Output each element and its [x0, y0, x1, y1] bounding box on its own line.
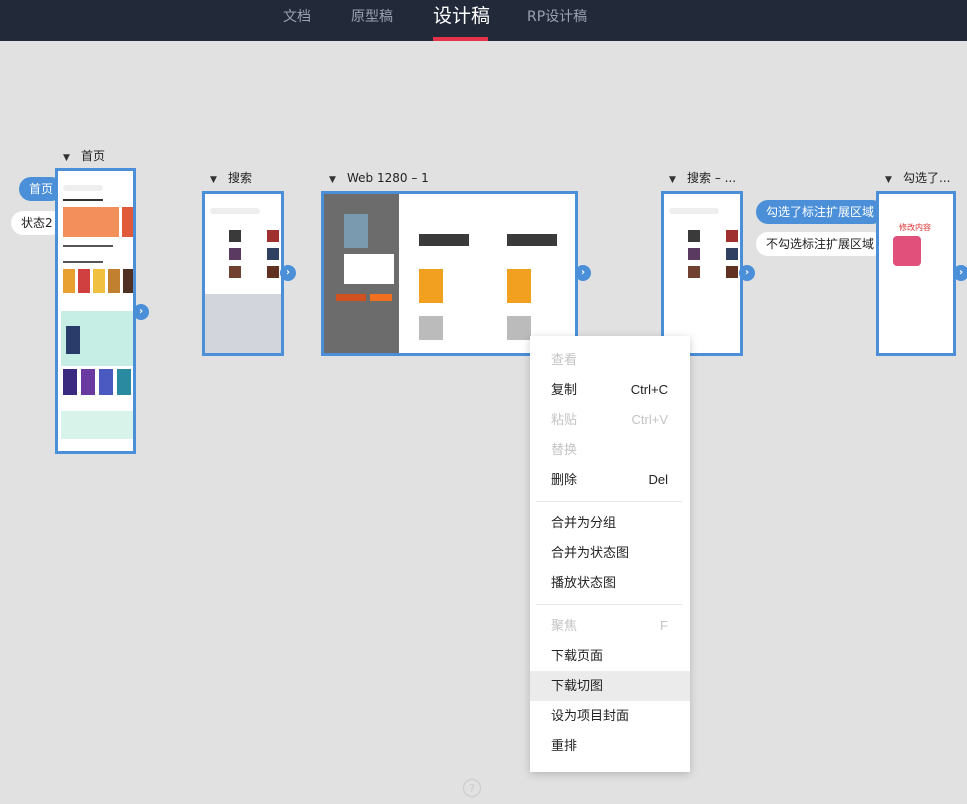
menu-item-paste[interactable]: 粘贴 Ctrl+V: [530, 405, 690, 435]
help-icon[interactable]: ?: [463, 779, 481, 797]
menu-item-download-slices[interactable]: 下载切图: [530, 671, 690, 701]
group-header-search[interactable]: ▼ 搜索: [210, 170, 252, 186]
menu-item-view[interactable]: 查看: [530, 345, 690, 375]
artboard-web[interactable]: [321, 191, 578, 356]
mini-text: [63, 199, 103, 201]
menu-item-merge-state[interactable]: 合并为状态图: [530, 538, 690, 568]
group-header-search-2[interactable]: ▼ 搜索 – ...: [669, 170, 736, 186]
mini-book-cover: [344, 214, 368, 248]
mini-book-cover: [99, 369, 113, 395]
mini-thumb: [688, 266, 700, 278]
menu-item-download-page[interactable]: 下载页面: [530, 641, 690, 671]
mini-thumb: [229, 266, 241, 278]
tab-docs[interactable]: 文档: [283, 0, 311, 41]
menu-item-rearrange[interactable]: 重排: [530, 731, 690, 761]
group-title: 勾选了...: [903, 171, 951, 185]
menu-item-set-cover[interactable]: 设为项目封面: [530, 701, 690, 731]
mini-text: [63, 261, 103, 263]
menu-separator: [536, 604, 682, 605]
mini-book-cover: [108, 269, 120, 293]
mini-banner-2: [122, 207, 133, 237]
next-arrow-icon[interactable]: ›: [133, 304, 149, 320]
group-header-web[interactable]: ▼ Web 1280 – 1: [329, 170, 429, 186]
artboard-search[interactable]: [202, 191, 284, 356]
jacket-image: [893, 236, 921, 266]
mini-button: [336, 294, 366, 301]
context-menu: 查看 复制 Ctrl+C 粘贴 Ctrl+V 替换 删除 Del 合并为分组 合并为状…: [530, 336, 690, 772]
tab-design[interactable]: 设计稿: [433, 0, 490, 41]
mini-book-cover: [66, 326, 80, 354]
mini-book-cover: [93, 269, 105, 293]
mini-book-cover: [123, 269, 133, 293]
chevron-down-icon[interactable]: ▼: [210, 172, 220, 188]
mini-search-bar: [669, 208, 719, 214]
next-arrow-icon[interactable]: ›: [953, 265, 967, 281]
artboard-home[interactable]: [55, 168, 136, 454]
mini-thumb: [688, 230, 700, 242]
mini-book-cover: [63, 369, 77, 395]
mini-book-cover: [419, 269, 443, 303]
chevron-down-icon[interactable]: ▼: [63, 150, 73, 166]
mini-book-cover: [78, 269, 90, 293]
active-tab-indicator: [433, 37, 488, 41]
next-arrow-icon[interactable]: ›: [739, 265, 755, 281]
mini-text: [63, 245, 113, 247]
next-arrow-icon[interactable]: ›: [280, 265, 296, 281]
mini-thumb: [688, 248, 700, 260]
menu-item-focus[interactable]: 聚焦 F: [530, 611, 690, 641]
mini-search-bar: [63, 185, 103, 191]
group-header-home[interactable]: ▼ 首页: [63, 148, 105, 164]
mini-book-cover: [81, 369, 95, 395]
next-arrow-icon[interactable]: ›: [575, 265, 591, 281]
mini-banner: [63, 207, 119, 237]
menu-item-copy[interactable]: 复制 Ctrl+C: [530, 375, 690, 405]
state-pill-annotation-off[interactable]: 不勾选标注扩展区域: [756, 232, 885, 256]
menu-item-delete[interactable]: 删除 Del: [530, 465, 690, 495]
mini-thumb: [726, 248, 738, 260]
mini-button: [370, 294, 392, 301]
artboard-annotation[interactable]: 修改内容: [876, 191, 956, 356]
mini-keyboard: [205, 294, 281, 353]
mini-thumb: [726, 266, 738, 278]
top-nav-bar: 文档 原型稿 设计稿 RP设计稿: [0, 0, 967, 41]
group-title: Web 1280 – 1: [347, 171, 429, 185]
mini-thumb: [229, 230, 241, 242]
mini-thumb: [507, 316, 531, 340]
mini-card: [61, 411, 133, 439]
mini-book-cover: [117, 369, 131, 395]
mini-book-cover: [507, 269, 531, 303]
preview-text: 修改内容: [899, 223, 931, 232]
mini-thumb: [726, 230, 738, 242]
menu-separator: [536, 501, 682, 502]
mini-thumb: [267, 248, 279, 260]
menu-item-play-state[interactable]: 播放状态图: [530, 568, 690, 598]
group-title: 首页: [81, 149, 106, 163]
mini-thumb-row: [419, 234, 469, 246]
mini-thumb: [229, 248, 241, 260]
mini-popup: [344, 254, 394, 284]
mini-thumb: [267, 230, 279, 242]
mini-thumb-row: [507, 234, 557, 246]
state-pill-annotation-on[interactable]: 勾选了标注扩展区域: [756, 200, 885, 224]
chevron-down-icon[interactable]: ▼: [669, 172, 679, 188]
mini-thumb: [419, 316, 443, 340]
mini-search-bar: [210, 208, 260, 214]
group-header-annotation[interactable]: ▼ 勾选了...: [885, 170, 950, 186]
group-title: 搜索: [228, 171, 253, 185]
chevron-down-icon[interactable]: ▼: [885, 172, 895, 188]
artboard-search-2[interactable]: [661, 191, 743, 356]
chevron-down-icon[interactable]: ▼: [329, 172, 339, 188]
menu-item-merge-group[interactable]: 合并为分组: [530, 508, 690, 538]
menu-item-replace[interactable]: 替换: [530, 435, 690, 465]
group-title: 搜索 – ...: [687, 171, 737, 185]
tab-prototype[interactable]: 原型稿: [351, 0, 393, 41]
mini-thumb: [267, 266, 279, 278]
mini-book-cover: [63, 269, 75, 293]
tab-rp-design[interactable]: RP设计稿: [527, 0, 587, 41]
